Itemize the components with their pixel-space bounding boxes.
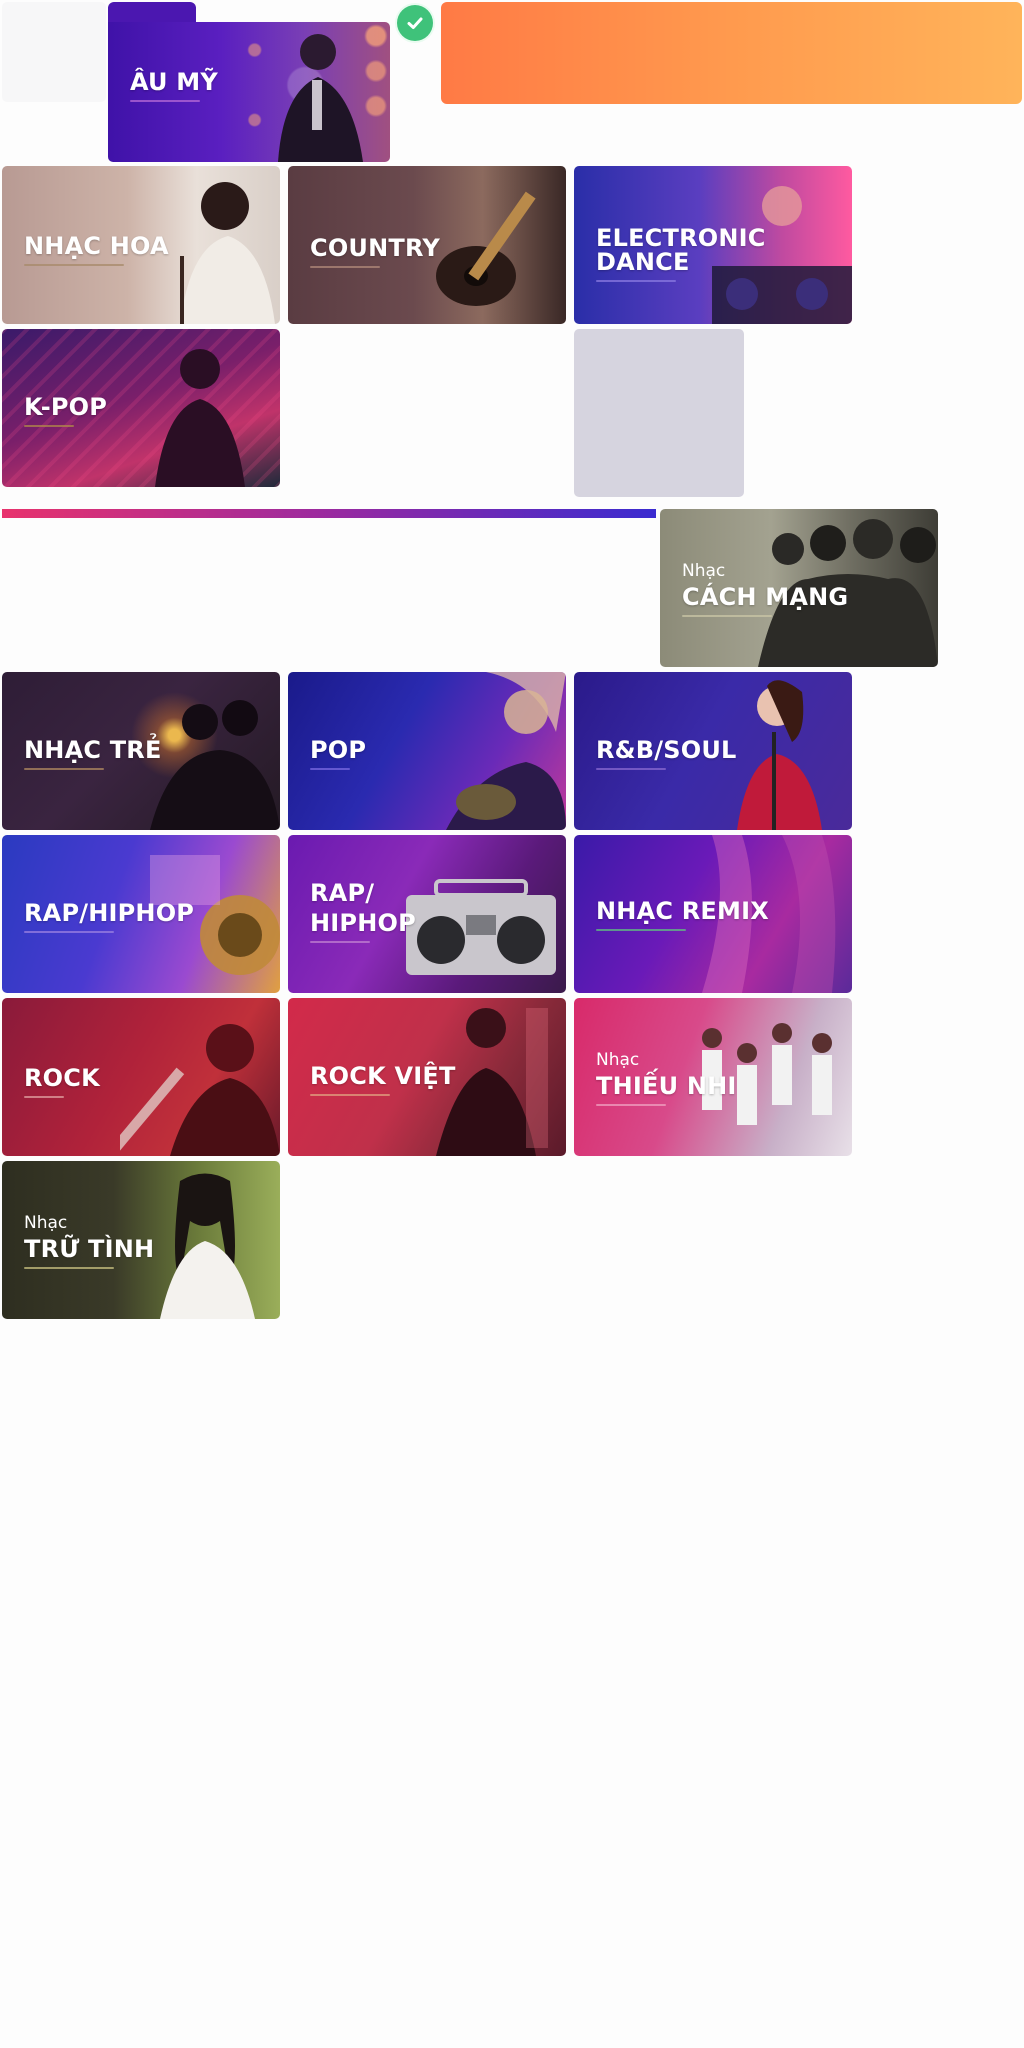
genre-card-nhac-remix[interactable]: NHẠC REMIX [574,835,852,993]
genre-card-rap-hiphop-2[interactable]: RAP/ HIPHOP [288,835,566,993]
section-divider [2,509,656,518]
label-underline [24,931,114,933]
loading-placeholder [574,329,744,497]
label-underline [596,768,666,770]
label-underline [596,280,676,282]
genre-card-nhac-tre[interactable]: NHẠC TRẺ [2,672,280,830]
genre-label: TRỮ TÌNH [24,1235,155,1263]
label-underline [24,425,74,427]
genre-label: ÂU MỸ [130,68,218,96]
genre-card-rnb-soul[interactable]: R&B/SOUL [574,672,852,830]
selected-check-icon [397,5,433,41]
genre-card-pop[interactable]: POP [288,672,566,830]
genre-prefix: Nhạc [596,1050,640,1070]
placeholder-tile [2,2,106,102]
singer-silhouette [155,349,245,487]
genre-label: K-POP [24,393,108,421]
genre-label: ROCK [24,1064,100,1092]
label-underline [310,266,380,268]
genre-card-nhac-hoa[interactable]: NHẠC HOA [2,166,280,324]
genre-label: NHẠC TRẺ [24,736,162,764]
label-underline [24,1096,64,1098]
label-underline [310,941,370,943]
genre-label: R&B/SOUL [596,736,737,764]
label-underline [310,768,350,770]
folder-tab [108,2,196,24]
label-underline [596,929,686,931]
guitarist-art [120,1024,280,1156]
genre-label: CÁCH MẠNG [682,583,849,611]
label-underline [24,1267,114,1269]
boombox-icon [406,879,556,975]
label-underline [682,615,772,617]
singer-silhouette [446,672,566,830]
label-underline [130,100,200,102]
promo-banner[interactable] [441,2,1022,104]
genre-card-electronic-dance[interactable]: ELECTRONIC DANCE [574,166,852,324]
genre-label-line1: ELECTRONIC [596,224,766,252]
genre-prefix: Nhạc [24,1213,68,1233]
singer-silhouette [160,1173,255,1319]
genre-label-line2: HIPHOP [310,909,416,937]
label-underline [24,264,124,266]
genre-label: POP [310,736,367,764]
genre-label: NHẠC REMIX [596,897,769,925]
label-underline [310,1094,390,1096]
genre-card-rock-viet[interactable]: ROCK VIỆT [288,998,566,1156]
genre-label: RAP/HIPHOP [24,899,195,927]
genre-prefix: Nhạc [682,561,726,581]
genre-card-thieu-nhi[interactable]: Nhạc THIẾU NHI [574,998,852,1156]
genre-label: THIẾU NHI [596,1072,737,1100]
genre-card-au-my[interactable]: ÂU MỸ [108,2,390,162]
genre-card-rap-hiphop[interactable]: RAP/HIPHOP [2,835,280,993]
label-underline [24,768,104,770]
genre-label-line2: DANCE [596,248,690,276]
genre-card-tru-tinh[interactable]: Nhạc TRỮ TÌNH [2,1161,280,1319]
genre-label: ROCK VIỆT [310,1062,456,1090]
label-underline [596,1104,666,1106]
genre-card-cach-mang[interactable]: Nhạc CÁCH MẠNG [660,509,938,667]
genre-label: COUNTRY [310,234,440,262]
genre-card-rock[interactable]: ROCK [2,998,280,1156]
singer-silhouette [278,34,363,162]
genre-card-country[interactable]: COUNTRY [288,166,566,324]
genre-card-k-pop[interactable]: K-POP [2,329,280,487]
genre-label-line1: RAP/ [310,879,375,907]
genre-label: NHẠC HOA [24,232,169,260]
